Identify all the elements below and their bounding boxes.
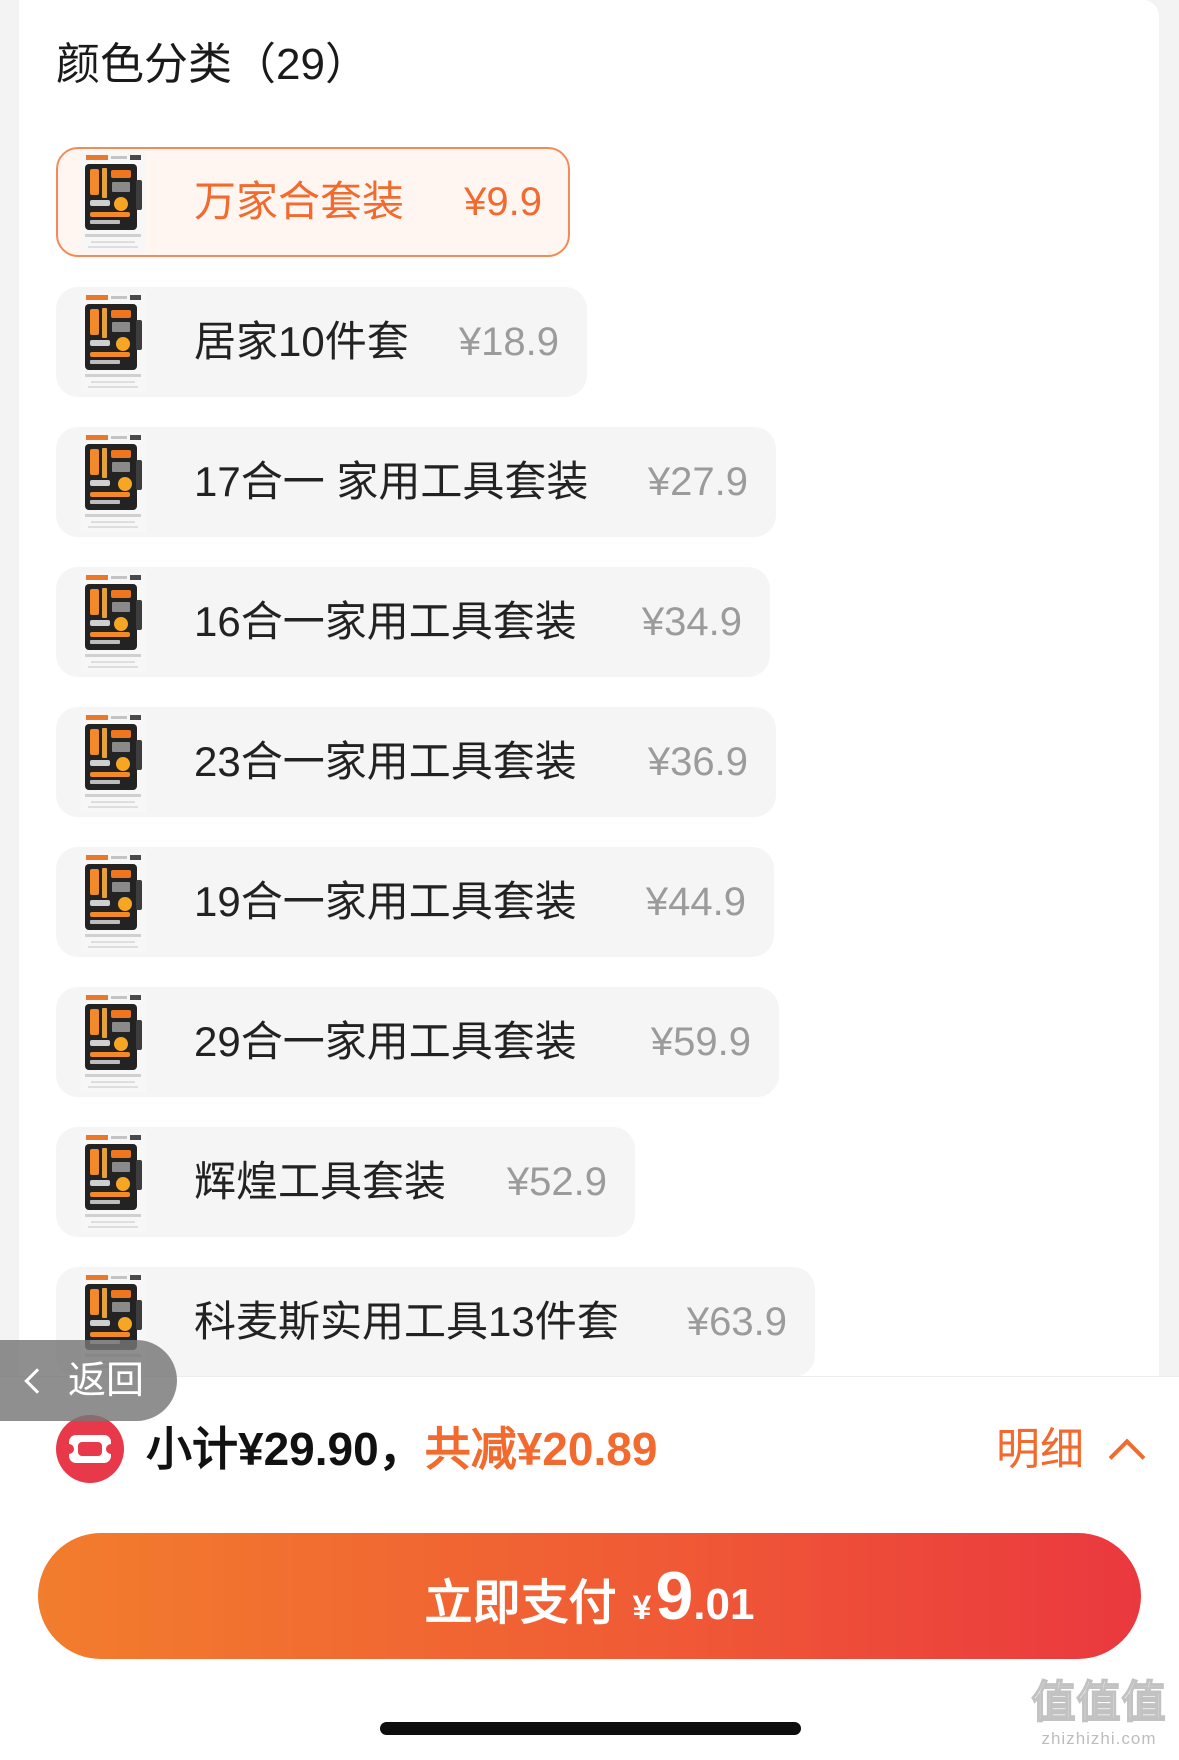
watermark-logo: 值值值 [1031, 1677, 1167, 1728]
sku-option-price: ¥9.9 [464, 180, 542, 224]
sku-option-price: ¥63.9 [686, 1300, 787, 1344]
subtotal-text: 小计¥29.90， [146, 1423, 425, 1475]
sku-option-name: 17合一 家用工具套装 [194, 458, 589, 505]
pay-now-label: 立即支付 [424, 1577, 617, 1630]
pay-now-button[interactable]: 立即支付 ¥9.01 [38, 1533, 1141, 1659]
detail-toggle[interactable]: 明细 [996, 1420, 1146, 1480]
product-thumbnail [81, 152, 146, 252]
sku-option[interactable]: 17合一 家用工具套装 ¥27.9 [56, 427, 776, 537]
sku-option[interactable]: 16合一家用工具套装 ¥34.9 [56, 567, 770, 677]
sku-option-price: ¥52.9 [506, 1160, 607, 1204]
sku-option-name: 科麦斯实用工具13件套 [194, 1298, 619, 1345]
sku-option[interactable]: 19合一家用工具套装 ¥44.9 [56, 847, 774, 957]
sku-option-price: ¥59.9 [650, 1020, 751, 1064]
sku-option-price: ¥18.9 [458, 320, 559, 364]
product-thumbnail [81, 992, 146, 1092]
product-thumbnail [81, 292, 146, 392]
sku-option-name: 16合一家用工具套装 [194, 598, 577, 645]
coupon-icon [56, 1415, 124, 1483]
back-label: 返回 [68, 1359, 145, 1402]
product-thumbnail [81, 432, 146, 532]
pay-amount-decimal: .01 [693, 1580, 755, 1629]
sku-option-name: 辉煌工具套装 [194, 1158, 447, 1205]
pay-amount-integer: 9 [655, 1558, 694, 1634]
sku-option-list: 万家合套装 ¥9.9 居家10件套 ¥18.9 17合一 家用工具套装 ¥27.9 16合一… [56, 147, 815, 1376]
watermark: 值值值 zhizhizhi.com [1024, 1677, 1174, 1749]
sku-option-price: ¥44.9 [645, 880, 746, 924]
sku-option-selected[interactable]: 万家合套装 ¥9.9 [56, 147, 570, 257]
detail-label: 明细 [996, 1425, 1084, 1474]
sku-option-name: 万家合套装 [194, 178, 405, 225]
product-thumbnail [81, 712, 146, 812]
chevron-up-icon [1108, 1438, 1146, 1476]
sku-option-name: 29合一家用工具套装 [194, 1018, 577, 1065]
checkout-bar: 小计¥29.90， 共减¥20.89 明细 立即支付 ¥9.01 值值值 zhiz… [0, 1376, 1179, 1760]
sku-option[interactable]: 29合一家用工具套装 ¥59.9 [56, 987, 779, 1097]
home-indicator [380, 1722, 801, 1735]
sku-panel: 颜色分类（29） 万家合套装 ¥9.9 居家10件套 ¥18.9 17合一 家用工具套装… [19, 0, 1159, 1376]
pay-currency: ¥ [632, 1589, 652, 1627]
sku-option[interactable]: 23合一家用工具套装 ¥36.9 [56, 707, 776, 817]
chevron-left-icon [24, 1367, 50, 1394]
watermark-site: zhizhizhi.com [1041, 1729, 1157, 1748]
sku-option-price: ¥36.9 [647, 740, 748, 784]
product-thumbnail [81, 852, 146, 952]
sku-option-name: 23合一家用工具套装 [194, 738, 577, 785]
sku-option-name: 居家10件套 [194, 318, 409, 365]
sku-option[interactable]: 辉煌工具套装 ¥52.9 [56, 1127, 635, 1237]
section-title: 颜色分类（29） [56, 40, 369, 89]
sku-option-price: ¥27.9 [647, 460, 748, 504]
price-summary: 小计¥29.90， 共减¥20.89 [56, 1415, 657, 1483]
sku-option[interactable]: 居家10件套 ¥18.9 [56, 287, 587, 397]
sku-option-price: ¥34.9 [641, 600, 742, 644]
sku-option-name: 19合一家用工具套装 [194, 878, 577, 925]
product-thumbnail [81, 572, 146, 672]
product-thumbnail [81, 1132, 146, 1232]
discount-text: 共减¥20.89 [424, 1423, 658, 1475]
back-button[interactable]: 返回 [0, 1340, 177, 1421]
